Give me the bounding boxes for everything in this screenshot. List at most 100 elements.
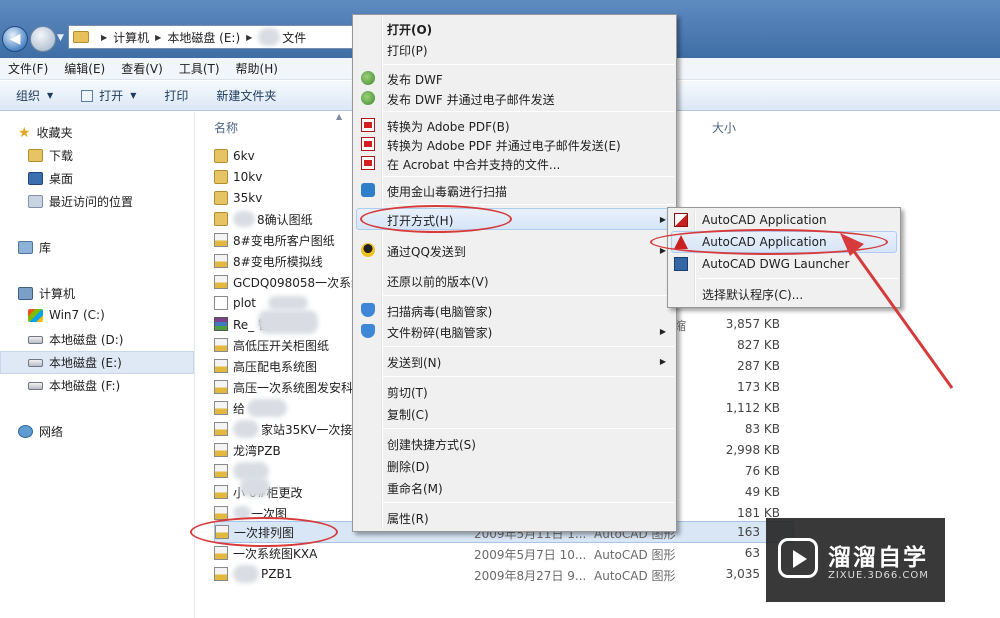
- nav-label: 本地磁盘 (F:): [49, 379, 121, 393]
- table-row[interactable]: 8#变电所模拟线: [214, 250, 323, 272]
- file-name: 8#变电所模拟线: [233, 254, 323, 269]
- menu-item-convert-pdf[interactable]: 转换为 Adobe PDF(B): [387, 118, 510, 135]
- menu-item-create-shortcut[interactable]: 创建快捷方式(S): [387, 436, 476, 453]
- nav-drive-e[interactable]: 本地磁盘 (E:): [0, 351, 194, 374]
- pdf-icon: [361, 137, 375, 151]
- qq-icon: [361, 243, 375, 257]
- table-row[interactable]: 8#变电所客户图纸: [214, 229, 335, 251]
- menu-item-copy[interactable]: 复制(C): [387, 406, 429, 423]
- sort-up-icon: ▲: [336, 112, 343, 121]
- table-row[interactable]: 家站35KV一次接: [214, 418, 352, 440]
- file-name: 家站35KV一次接: [261, 422, 353, 437]
- table-row[interactable]: 35kv: [214, 187, 262, 209]
- dwg-file-icon: [214, 485, 228, 499]
- menu-file[interactable]: 文件(F): [8, 60, 48, 77]
- table-row[interactable]: 高压配电系统图: [214, 355, 317, 377]
- file-type: AutoCAD 图形: [594, 548, 676, 562]
- back-button[interactable]: ◀: [2, 26, 28, 52]
- folder-icon: [214, 212, 228, 226]
- breadcrumb-drive-e[interactable]: 本地磁盘 (E:): [167, 29, 240, 46]
- new-folder-button[interactable]: 新建文件夹: [216, 87, 276, 104]
- menu-item-scan-virus[interactable]: 扫描病毒(电脑管家): [387, 303, 492, 320]
- address-bar[interactable]: ▶ 计算机 ▶ 本地磁盘 (E:) ▶ 文件: [68, 25, 355, 49]
- drive-icon: [28, 335, 43, 344]
- menu-item-send-to[interactable]: 发送到(N): [387, 354, 441, 371]
- menu-view[interactable]: 查看(V): [121, 60, 163, 77]
- open-button[interactable]: 打开 ▼: [81, 87, 136, 104]
- folder-icon: [214, 191, 228, 205]
- computer-icon: [18, 287, 33, 300]
- nav-drive-f[interactable]: 本地磁盘 (F:): [28, 377, 120, 394]
- download-folder-icon: [28, 149, 43, 162]
- open-icon: [81, 89, 94, 102]
- chevron-right-icon[interactable]: ▶: [155, 33, 161, 42]
- menu-separator: [383, 502, 674, 503]
- file-date: 2009年8月27日 9...: [474, 569, 587, 583]
- nav-drive-c[interactable]: Win7 (C:): [28, 308, 105, 322]
- menu-item-publish-dwf-email[interactable]: 发布 DWF 并通过电子邮件发送: [387, 91, 555, 108]
- menu-item-qq-send[interactable]: 通过QQ发送到: [387, 243, 466, 260]
- table-row[interactable]: 高低压开关柜图纸: [214, 334, 329, 356]
- menu-item-delete[interactable]: 删除(D): [387, 458, 430, 475]
- table-row[interactable]: GCDQ098058一次系统: [214, 271, 363, 293]
- menu-tools[interactable]: 工具(T): [179, 60, 220, 77]
- table-row[interactable]: 6kv: [214, 145, 255, 167]
- menu-edit[interactable]: 编辑(E): [64, 60, 105, 77]
- file-date: 2009年5月7日 10...: [474, 548, 587, 562]
- nav-desktop[interactable]: 桌面: [28, 170, 73, 187]
- menu-item-open[interactable]: 打开(O): [387, 21, 432, 38]
- blurred-text: [268, 296, 308, 310]
- table-row[interactable]: 10kv: [214, 166, 262, 188]
- column-header-size[interactable]: 大小: [712, 119, 736, 136]
- submenu-item-choose-default[interactable]: 选择默认程序(C)...: [702, 286, 803, 303]
- breadcrumb-computer[interactable]: 计算机: [113, 29, 149, 46]
- menu-item-properties[interactable]: 属性(R): [387, 510, 429, 527]
- dwg-file-icon: [214, 233, 228, 247]
- nav-downloads[interactable]: 下载: [28, 147, 73, 164]
- file-type: AutoCAD 图形: [594, 569, 676, 583]
- file-name: 高压一次系统图发安科: [233, 380, 354, 395]
- nav-computer[interactable]: 计算机: [18, 285, 75, 302]
- submenu-item-autocad[interactable]: AutoCAD Application: [702, 213, 827, 227]
- chevron-right-icon[interactable]: ▶: [246, 33, 252, 42]
- annotation-ring-autocad: [650, 229, 888, 255]
- chevron-right-icon[interactable]: ▶: [101, 33, 107, 42]
- column-header-name[interactable]: 名称: [214, 119, 238, 136]
- nav-label: Win7 (C:): [49, 308, 105, 322]
- breadcrumb-folder[interactable]: 文件: [282, 29, 306, 46]
- chevron-down-icon: ▼: [130, 91, 137, 100]
- menu-help[interactable]: 帮助(H): [236, 60, 278, 77]
- annotation-ring-open-with: [360, 205, 512, 233]
- submenu-item-dwg-launcher[interactable]: AutoCAD DWG Launcher: [702, 257, 850, 271]
- menu-item-kingsoft-scan[interactable]: 使用金山毒霸进行扫描: [387, 183, 507, 200]
- file-name: 35kv: [233, 191, 263, 205]
- menu-item-shred[interactable]: 文件粉碎(电脑管家): [387, 324, 492, 341]
- menu-item-publish-dwf[interactable]: 发布 DWF: [387, 71, 443, 88]
- acrobat-icon: [361, 156, 375, 170]
- forward-button[interactable]: [30, 26, 56, 52]
- menu-item-restore[interactable]: 还原以前的版本(V): [387, 273, 489, 290]
- desktop-icon: [28, 172, 43, 185]
- menu-item-acrobat-merge[interactable]: 在 Acrobat 中合并支持的文件...: [387, 156, 560, 173]
- menu-item-print[interactable]: 打印(P): [387, 42, 428, 59]
- pdf-icon: [361, 118, 375, 132]
- nav-favorites[interactable]: ★ 收藏夹: [18, 124, 73, 141]
- recent-pages-dropdown-icon[interactable]: ▼: [57, 33, 64, 43]
- table-row[interactable]: 8确认图纸: [214, 208, 313, 230]
- table-row[interactable]: 高压一次系统图发安科: [214, 376, 353, 398]
- table-row[interactable]: PZB1: [214, 563, 292, 585]
- menu-item-rename[interactable]: 重命名(M): [387, 480, 443, 497]
- table-row[interactable]: 给: [214, 397, 288, 419]
- nav-label: 本地磁盘 (D:): [49, 333, 124, 347]
- nav-drive-d[interactable]: 本地磁盘 (D:): [28, 331, 123, 348]
- nav-network[interactable]: 网络: [18, 423, 63, 440]
- table-row[interactable]: 龙湾PZB: [214, 439, 281, 461]
- watermark-title: 溜溜自学: [828, 545, 928, 571]
- nav-recent[interactable]: 最近访问的位置: [28, 193, 133, 210]
- menu-item-cut[interactable]: 剪切(T): [387, 384, 428, 401]
- print-button[interactable]: 打印: [164, 87, 188, 104]
- menu-item-convert-pdf-email[interactable]: 转换为 Adobe PDF 并通过电子邮件发送(E): [387, 137, 621, 154]
- nav-libraries[interactable]: 库: [18, 239, 51, 256]
- organize-button[interactable]: 组织 ▼: [16, 87, 53, 104]
- dwg-file-icon: [214, 380, 228, 394]
